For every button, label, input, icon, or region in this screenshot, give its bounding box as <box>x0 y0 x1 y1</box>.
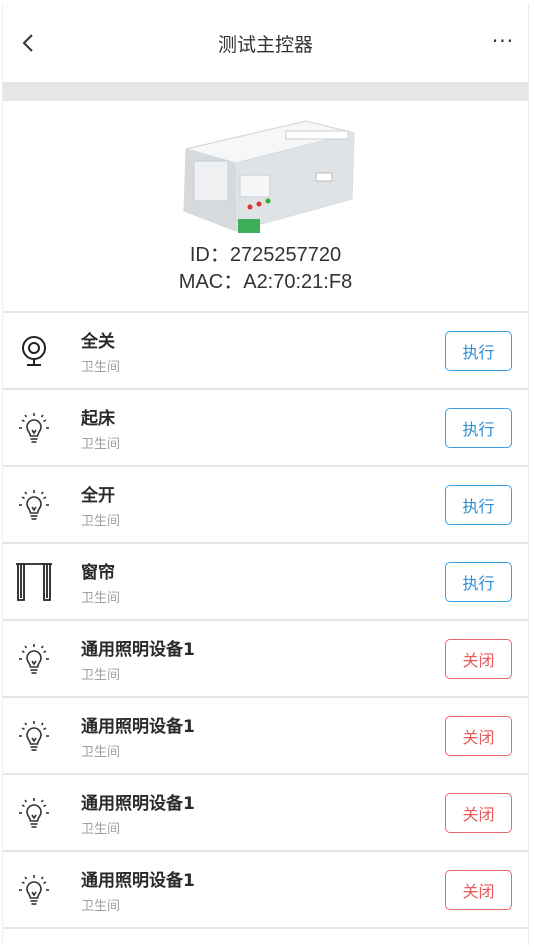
back-button[interactable] <box>17 32 39 54</box>
turn-off-button[interactable]: 关闭 <box>445 792 512 833</box>
list-item-name: 通用照明设备1 <box>81 793 195 814</box>
list-item-room: 卫生间 <box>81 436 121 452</box>
list-item[interactable]: 通用照明设备1 卫生间 关闭 <box>3 621 528 698</box>
list-item[interactable]: 通用照明设备1 卫生间 关闭 <box>3 852 528 929</box>
bulb-icon <box>5 641 63 677</box>
turn-off-button[interactable]: 关闭 <box>445 869 512 910</box>
execute-button[interactable]: 执行 <box>445 330 512 371</box>
list-item-name: 通用照明设备1 <box>81 870 195 891</box>
list-item-text: 窗帘 卫生间 <box>81 558 445 606</box>
list-item-room: 卫生间 <box>81 513 121 529</box>
list-item[interactable]: 通用照明设备1 卫生间 关闭 <box>3 775 528 852</box>
list-item-text: 通用照明设备1 卫生间 <box>81 866 445 914</box>
list-item[interactable]: 通用照明设备1 卫生间 关闭 <box>3 698 528 775</box>
list-item-name: 全开 <box>81 485 115 506</box>
bulb-icon <box>5 872 63 908</box>
device-card: ID：2725257720 MAC：A2:70:21:F8 <box>3 101 528 313</box>
bulb-icon <box>5 410 63 446</box>
list-item-room: 卫生间 <box>81 359 121 375</box>
list-item-text: 全关 卫生间 <box>81 327 445 375</box>
more-menu-button[interactable]: ··· <box>492 31 514 51</box>
turn-off-button[interactable]: 关闭 <box>445 638 512 679</box>
list-item-name: 窗帘 <box>81 562 115 583</box>
bulb-icon <box>5 487 63 523</box>
execute-button[interactable]: 执行 <box>445 407 512 448</box>
list-item[interactable]: 窗帘 卫生间 执行 <box>3 544 528 621</box>
list-item-room: 卫生间 <box>81 744 121 760</box>
device-image <box>182 120 355 233</box>
list-item-name: 起床 <box>81 408 115 429</box>
list-item[interactable]: 全关 卫生间 执行 <box>3 313 528 390</box>
section-separator <box>3 82 528 101</box>
scene-list: 全关 卫生间 执行 起床 卫生间 执行 全开 卫生间 执行 窗帘 卫生间 执行 通用照明设备1 卫生间 关闭… <box>3 313 528 929</box>
top-bar: 测试主控器 ··· <box>3 4 528 82</box>
list-item-text: 起床 卫生间 <box>81 404 445 452</box>
list-item[interactable]: 起床 卫生间 执行 <box>3 390 528 467</box>
page-title: 测试主控器 <box>217 33 313 56</box>
screen: 测试主控器 ··· ID：2725257720 MAC：A2:70:21:F8 … <box>2 4 529 946</box>
camera-icon <box>5 334 63 368</box>
execute-button[interactable]: 执行 <box>445 484 512 525</box>
list-item-room: 卫生间 <box>81 667 121 683</box>
chevron-left-icon <box>22 34 33 52</box>
list-item-room: 卫生间 <box>81 898 121 914</box>
bulb-icon <box>5 795 63 831</box>
bulb-icon <box>5 718 63 754</box>
turn-off-button[interactable]: 关闭 <box>445 715 512 756</box>
list-item-text: 通用照明设备1 卫生间 <box>81 635 445 683</box>
device-mac: MAC：A2:70:21:F8 <box>178 271 353 293</box>
list-item-text: 全开 卫生间 <box>81 481 445 529</box>
list-item-name: 通用照明设备1 <box>81 716 195 737</box>
device-id: ID：2725257720 <box>189 244 342 266</box>
list-item-room: 卫生间 <box>81 590 121 606</box>
list-item-text: 通用照明设备1 卫生间 <box>81 712 445 760</box>
list-item-name: 全关 <box>81 331 115 352</box>
list-item-partial <box>3 929 528 946</box>
list-item-room: 卫生间 <box>81 821 121 837</box>
list-item-name: 通用照明设备1 <box>81 639 195 660</box>
execute-button[interactable]: 执行 <box>445 561 512 602</box>
curtain-icon <box>5 561 63 603</box>
list-item-text: 通用照明设备1 卫生间 <box>81 789 445 837</box>
list-item[interactable]: 全开 卫生间 执行 <box>3 467 528 544</box>
